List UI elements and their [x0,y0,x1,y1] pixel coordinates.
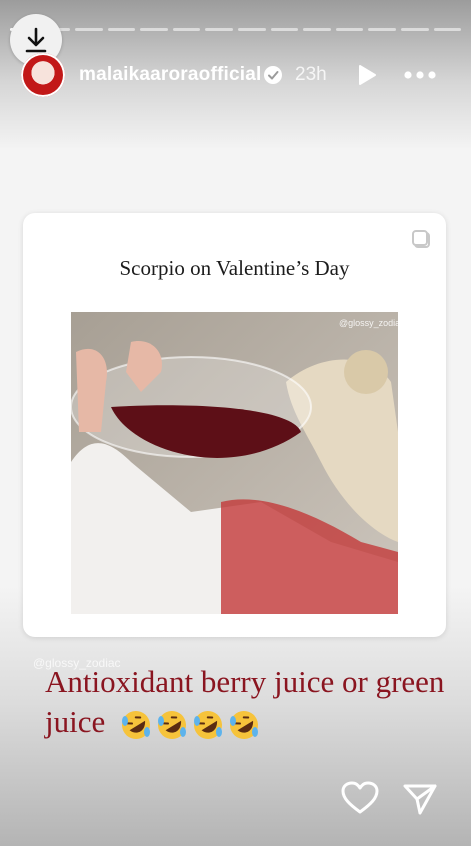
more-icon[interactable] [403,70,437,80]
story-progress-bar [10,28,462,31]
progress-segment [303,28,331,31]
rolling-laughing-emoji-icon [158,710,186,739]
progress-segment [238,28,266,31]
progress-segment [75,28,103,31]
progress-segment [140,28,168,31]
rolling-laughing-emoji-icon [194,710,222,739]
progress-segment [107,28,136,31]
username[interactable]: malaikaaroraofficial [79,64,261,86]
send-icon[interactable] [402,782,438,816]
post-photo: @glossy_zodiac [71,312,398,614]
progress-segment [205,28,234,31]
post-title: Scorpio on Valentine’s Day [119,256,350,280]
progress-segment [172,28,201,31]
shared-post-card[interactable]: Scorpio on Valentine’s Day @glossy_zodia… [23,213,446,637]
progress-segment [335,28,364,31]
laughing-emojis [119,708,261,742]
progress-segment [433,28,462,31]
photo-watermark: @glossy_zodiac [339,318,398,328]
progress-segment [270,28,299,31]
progress-segment [368,28,396,31]
rolling-laughing-emoji-icon [122,710,150,739]
heart-icon[interactable] [341,781,379,815]
rolling-laughing-emoji-icon [230,710,258,739]
post-time: 23h [295,64,327,85]
download-icon [25,27,47,53]
play-icon[interactable] [356,64,378,86]
story-caption: Antioxidant berry juice or green juice [45,662,460,742]
verified-badge-icon [264,66,282,84]
progress-segment [400,28,429,31]
avatar[interactable] [21,53,65,97]
repost-icon [412,230,430,248]
